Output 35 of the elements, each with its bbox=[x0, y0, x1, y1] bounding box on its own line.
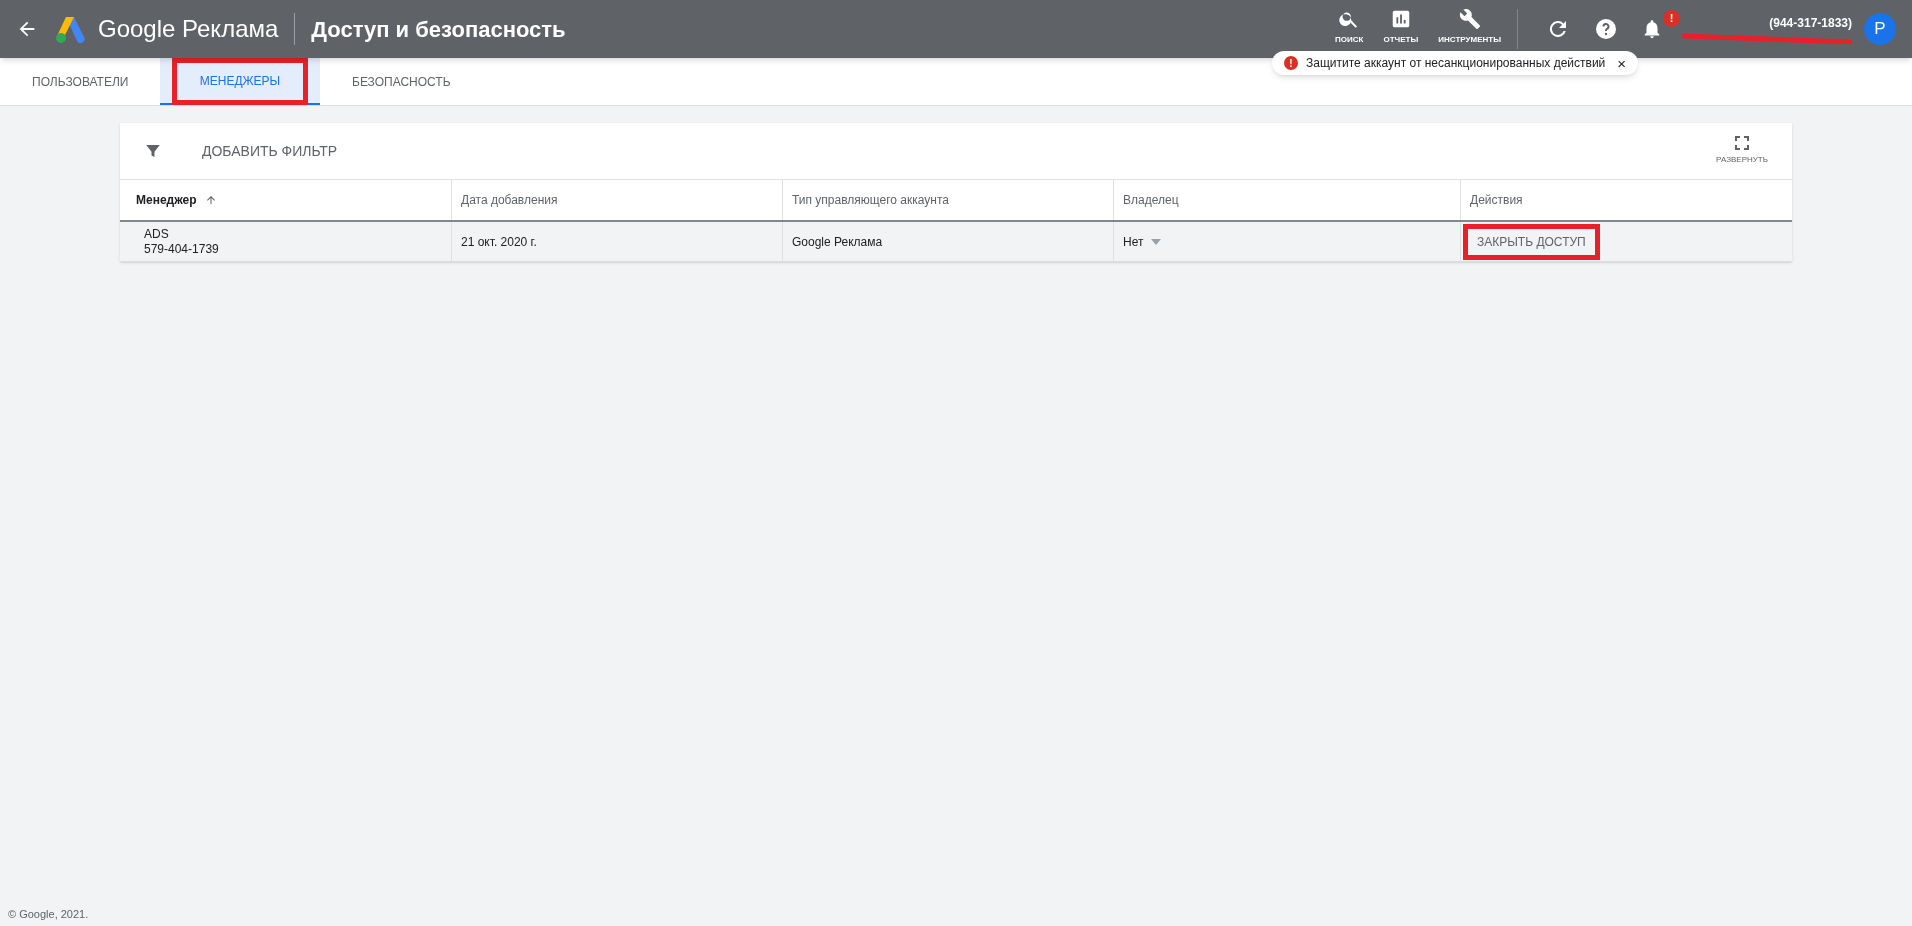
column-header[interactable]: Тип управляющего аккаунта bbox=[782, 180, 1113, 220]
product-name: Google Реклама bbox=[98, 14, 279, 44]
toolbar-button[interactable]: ОТЧЕТЫ bbox=[1383, 8, 1419, 46]
close-button[interactable]: × bbox=[1617, 55, 1627, 71]
filter-icon[interactable] bbox=[144, 142, 162, 160]
account-phone: (944-317-1833) bbox=[1769, 15, 1852, 32]
tab[interactable]: ПОЛЬЗОВАТЕЛИ bbox=[0, 58, 160, 105]
page-title: Доступ и безопасность bbox=[311, 15, 566, 44]
manager-id: 579-404-1739 bbox=[144, 241, 220, 257]
manager-name: ADS bbox=[144, 226, 170, 242]
expand-icon bbox=[1735, 136, 1750, 150]
logo-icon bbox=[54, 14, 86, 44]
tab[interactable]: БЕЗОПАСНОСТЬ bbox=[320, 58, 480, 105]
table-cell-text: Google Реклама bbox=[792, 233, 883, 251]
copyright-text: © Google, 2021. bbox=[7, 906, 90, 922]
table-cell-text: 21 окт. 2020 г. bbox=[461, 233, 537, 251]
bell-icon[interactable] bbox=[1642, 18, 1662, 40]
expand-button[interactable]: РАЗВЕРНУТЬ bbox=[1716, 136, 1768, 166]
notice-text: Защитите аккаунт от несанкционированных действий bbox=[1306, 55, 1606, 72]
caret-icon bbox=[1151, 238, 1162, 245]
wrench-icon bbox=[1458, 8, 1481, 30]
alert-badge: ! bbox=[1663, 10, 1680, 27]
revoke-access-button[interactable]: ЗАКРЫТЬ ДОСТУП bbox=[1463, 223, 1600, 260]
column-header[interactable]: Менеджер bbox=[120, 180, 451, 220]
toolbar-button[interactable]: ПОИСК bbox=[1335, 8, 1364, 46]
toolbar-button[interactable]: ИНСТРУМЕНТЫ bbox=[1438, 8, 1501, 46]
tab[interactable]: МЕНЕДЖЕРЫ bbox=[160, 58, 320, 105]
column-header[interactable]: Действия bbox=[1460, 180, 1792, 220]
column-header[interactable]: Дата добавления bbox=[451, 180, 782, 220]
add-filter-button[interactable]: ДОБАВИТЬ ФИЛЬТР bbox=[202, 140, 338, 162]
owner-dropdown[interactable]: Нет bbox=[1123, 232, 1162, 251]
avatar[interactable]: P bbox=[1864, 13, 1896, 45]
column-header[interactable]: Владелец bbox=[1113, 180, 1460, 220]
help-icon[interactable] bbox=[1594, 17, 1618, 41]
warning-icon: ! bbox=[1284, 56, 1298, 70]
